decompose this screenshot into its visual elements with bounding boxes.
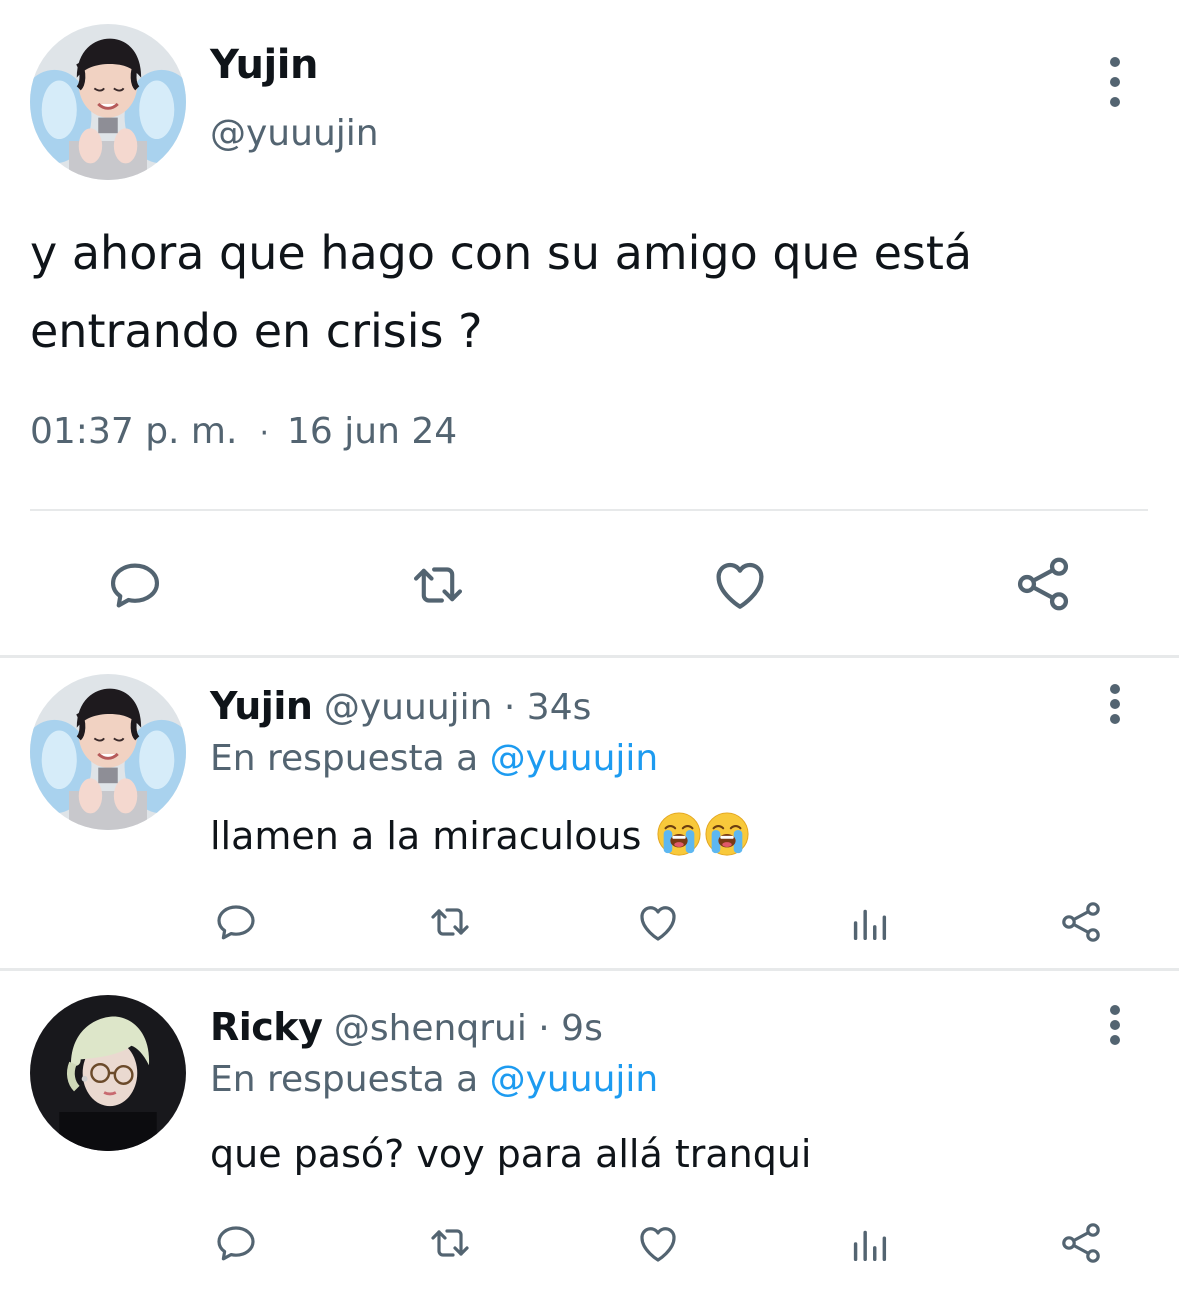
reply-context: En respuesta a @yuuujin [210,1059,658,1100]
author-handle[interactable]: @yuuujin [210,113,379,154]
reply-context: En respuesta a @yuuujin [210,738,658,779]
reply-text: que pasó? voy para allá tranqui [210,1132,812,1176]
more-options-icon[interactable] [1103,1005,1127,1045]
loudly-crying-face-icon [656,811,702,857]
reply-prefix: En respuesta a [210,1059,479,1100]
tweet-text-line-2: entrando en crisis ? [30,304,483,358]
tweet-text-line-1: y ahora que hago con su amigo que está [30,226,973,280]
reply-age: · 9s [538,1008,603,1049]
share-icon[interactable] [1057,1219,1105,1267]
loudly-crying-face-icon [704,811,750,857]
tweet-date: 16 jun 24 [287,411,458,452]
tweet-time: 01:37 p. m. [30,411,238,452]
more-options-icon[interactable] [1103,684,1127,724]
share-icon[interactable] [1057,898,1105,946]
author-name[interactable]: Ricky [210,1005,323,1049]
reply-text-content: que pasó? voy para allá tranqui [210,1132,812,1176]
reply-header: Yujin @yuuujin · 34s [210,684,591,728]
reply-icon[interactable] [212,898,260,946]
reply-prefix: En respuesta a [210,738,479,779]
divider [30,509,1148,511]
author-name[interactable]: Yujin [210,684,313,728]
analytics-icon[interactable] [846,900,892,946]
retweet-icon[interactable] [424,898,476,946]
author-avatar[interactable] [30,674,186,830]
meta-separator: · [259,416,269,451]
tweet-timestamp[interactable]: 01:37 p. m. · 16 jun 24 [30,411,457,452]
reply-tweet[interactable]: Ricky @shenqrui · 9s En respuesta a @yuu… [0,971,1179,1293]
author-avatar[interactable] [30,995,186,1151]
like-icon[interactable] [634,898,682,946]
like-icon[interactable] [634,1219,682,1267]
retweet-icon[interactable] [404,554,472,616]
author-name[interactable]: Yujin [210,42,318,88]
reply-mention[interactable]: @yuuujin [490,738,659,779]
like-icon[interactable] [708,552,772,616]
reply-text-content: llamen a la miraculous [210,814,642,858]
reply-tweet[interactable]: Yujin @yuuujin · 34s En respuesta a @yuu… [0,658,1179,968]
analytics-icon[interactable] [846,1221,892,1267]
author-handle[interactable]: @yuuujin [324,687,493,728]
author-avatar[interactable] [30,24,186,180]
reply-mention[interactable]: @yuuujin [490,1059,659,1100]
main-tweet: Yujin @yuuujin y ahora que hago con su a… [0,0,1179,655]
retweet-icon[interactable] [424,1219,476,1267]
reply-icon[interactable] [212,1219,260,1267]
reply-icon[interactable] [104,554,166,616]
reply-header: Ricky @shenqrui · 9s [210,1005,603,1049]
reply-text: llamen a la miraculous [210,811,750,858]
tweet-text: y ahora que hago con su amigo que está e… [30,214,1130,370]
author-handle[interactable]: @shenqrui [334,1008,527,1049]
reply-age: · 34s [503,687,592,728]
more-options-icon[interactable] [1103,57,1127,107]
share-icon[interactable] [1011,552,1075,616]
